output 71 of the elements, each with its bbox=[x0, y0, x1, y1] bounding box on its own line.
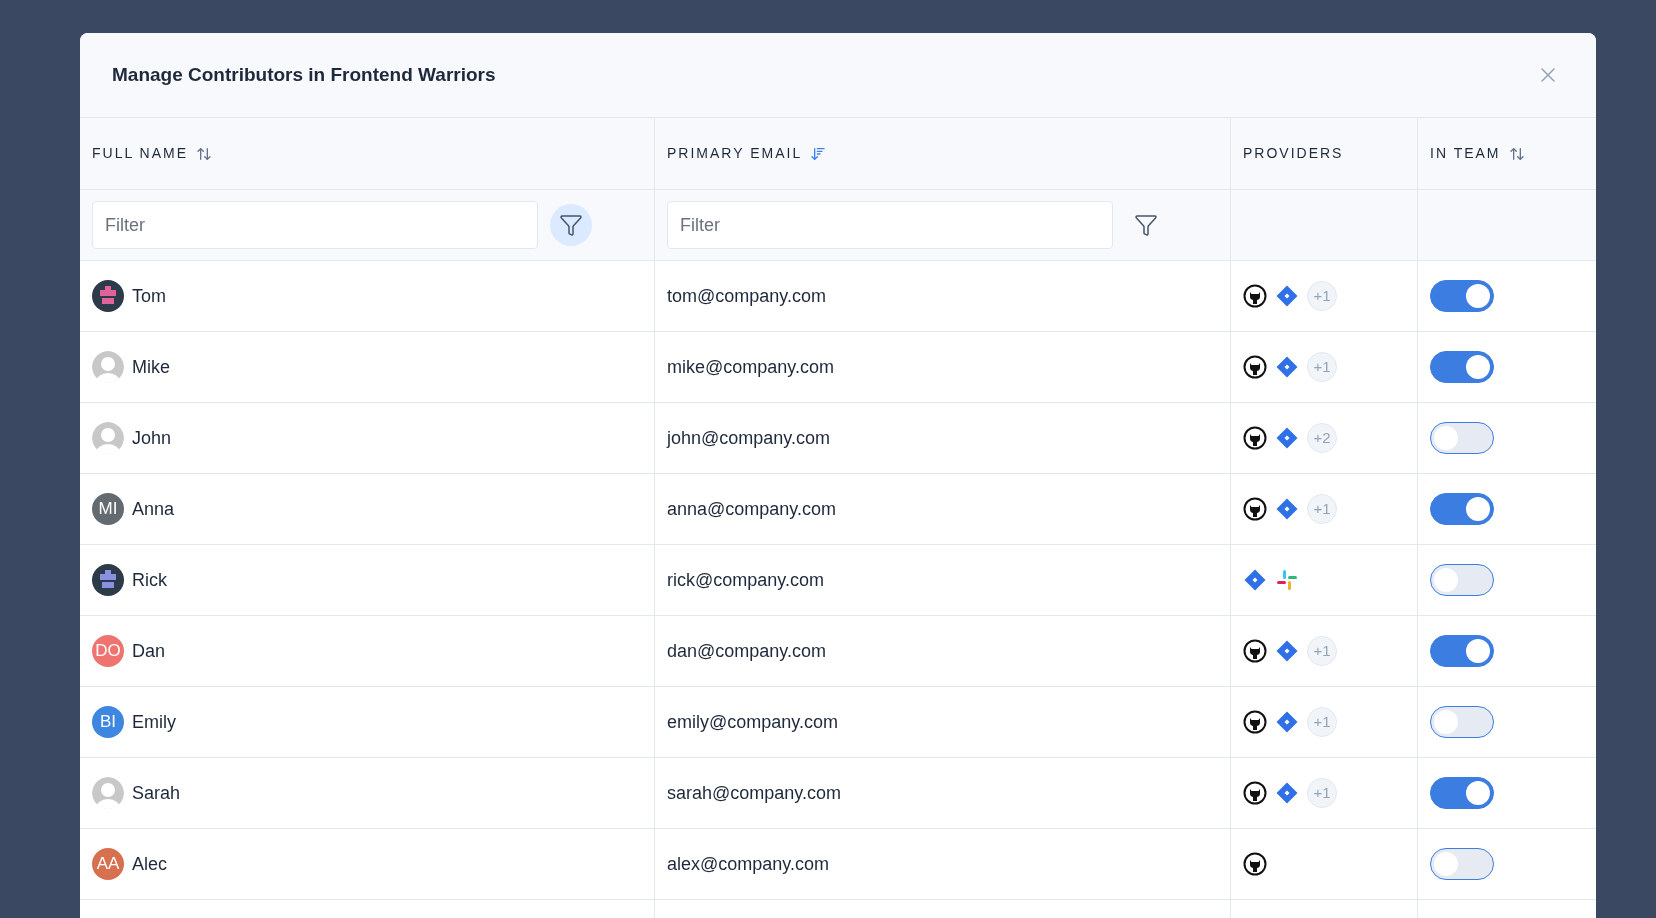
email-text: anna@company.com bbox=[667, 497, 837, 521]
diamond-logo-icon bbox=[1275, 426, 1299, 450]
diamond-logo-icon bbox=[1275, 710, 1299, 734]
email-text: tom@company.com bbox=[667, 284, 826, 308]
column-header: FULL NAME bbox=[92, 144, 189, 163]
email-text: sarah@company.com bbox=[667, 781, 841, 805]
contributor-name: Tom bbox=[132, 284, 166, 308]
column-header: PROVIDERS bbox=[1243, 144, 1344, 163]
contributor-name: Emily bbox=[132, 710, 176, 734]
cat-logo-icon bbox=[1243, 426, 1267, 450]
column-header: IN TEAM bbox=[1430, 144, 1501, 163]
filter-icon bbox=[559, 213, 583, 237]
sort-icon[interactable] bbox=[196, 145, 213, 162]
email-text: rick@company.com bbox=[667, 568, 824, 592]
team-toggle[interactable] bbox=[1430, 848, 1494, 880]
avatar-silhouette bbox=[92, 351, 124, 383]
diamond-logo-icon bbox=[1275, 355, 1299, 379]
cat-logo-icon bbox=[1243, 355, 1267, 379]
sort-descending-icon[interactable] bbox=[810, 145, 827, 162]
team-toggle[interactable] bbox=[1430, 493, 1494, 525]
diamond-logo-icon bbox=[1275, 284, 1299, 308]
contributor-name: Sarah bbox=[132, 781, 181, 805]
diamond-logo-icon bbox=[1243, 568, 1267, 592]
contributor-name: John bbox=[132, 426, 172, 450]
filter-button[interactable] bbox=[550, 204, 592, 246]
email-text: john@company.com bbox=[667, 426, 830, 450]
email-text: emily@company.com bbox=[667, 710, 838, 734]
initials-avatar: AA bbox=[92, 848, 124, 880]
cat-logo-icon bbox=[1243, 781, 1267, 805]
more-providers-badge: +1 bbox=[1307, 778, 1337, 808]
cat-logo-icon bbox=[1243, 639, 1267, 663]
filter-field[interactable]: Filter bbox=[92, 201, 538, 249]
avatar-silhouette bbox=[92, 777, 124, 809]
contributor-name: Alec bbox=[132, 852, 167, 876]
more-providers-badge: +2 bbox=[1307, 423, 1337, 453]
contributor-name: Anna bbox=[132, 497, 175, 521]
team-toggle[interactable] bbox=[1430, 422, 1494, 454]
team-toggle[interactable] bbox=[1430, 777, 1494, 809]
contributor-name: Dan bbox=[132, 639, 166, 663]
diamond-logo-icon bbox=[1275, 639, 1299, 663]
team-toggle[interactable] bbox=[1430, 280, 1494, 312]
diamond-logo-icon bbox=[1275, 497, 1299, 521]
team-toggle[interactable] bbox=[1430, 564, 1494, 596]
column-header: PRIMARY EMAIL bbox=[667, 144, 803, 163]
contributor-name: Rick bbox=[132, 568, 167, 592]
initials-avatar: BI bbox=[92, 706, 124, 738]
filter-field[interactable]: Filter bbox=[667, 201, 1113, 249]
email-text: dan@company.com bbox=[667, 639, 826, 663]
contributor-name: Mike bbox=[132, 355, 170, 379]
team-toggle[interactable] bbox=[1430, 706, 1494, 738]
cat-logo-icon bbox=[1243, 852, 1267, 876]
initials-avatar: DO bbox=[92, 635, 124, 667]
diamond-logo-icon bbox=[1275, 781, 1299, 805]
cat-logo-icon bbox=[1243, 284, 1267, 308]
email-text: mike@company.com bbox=[667, 355, 834, 379]
team-toggle[interactable] bbox=[1430, 351, 1494, 383]
hash-logo-icon bbox=[1275, 568, 1299, 592]
more-providers-badge: +1 bbox=[1307, 281, 1337, 311]
cat-logo-icon bbox=[1243, 710, 1267, 734]
team-toggle[interactable] bbox=[1430, 635, 1494, 667]
modal-title: Manage Contributors in Frontend Warriors bbox=[112, 62, 496, 87]
sort-icon[interactable] bbox=[1508, 145, 1525, 162]
initials-avatar: MI bbox=[92, 493, 124, 525]
email-text: alex@company.com bbox=[667, 852, 829, 876]
more-providers-badge: +1 bbox=[1307, 352, 1337, 382]
cat-logo-icon bbox=[1243, 497, 1267, 521]
more-providers-badge: +1 bbox=[1307, 636, 1337, 666]
more-providers-badge: +1 bbox=[1307, 707, 1337, 737]
filter-icon bbox=[1134, 213, 1158, 237]
avatar-silhouette bbox=[92, 422, 124, 454]
more-providers-badge: +1 bbox=[1307, 494, 1337, 524]
